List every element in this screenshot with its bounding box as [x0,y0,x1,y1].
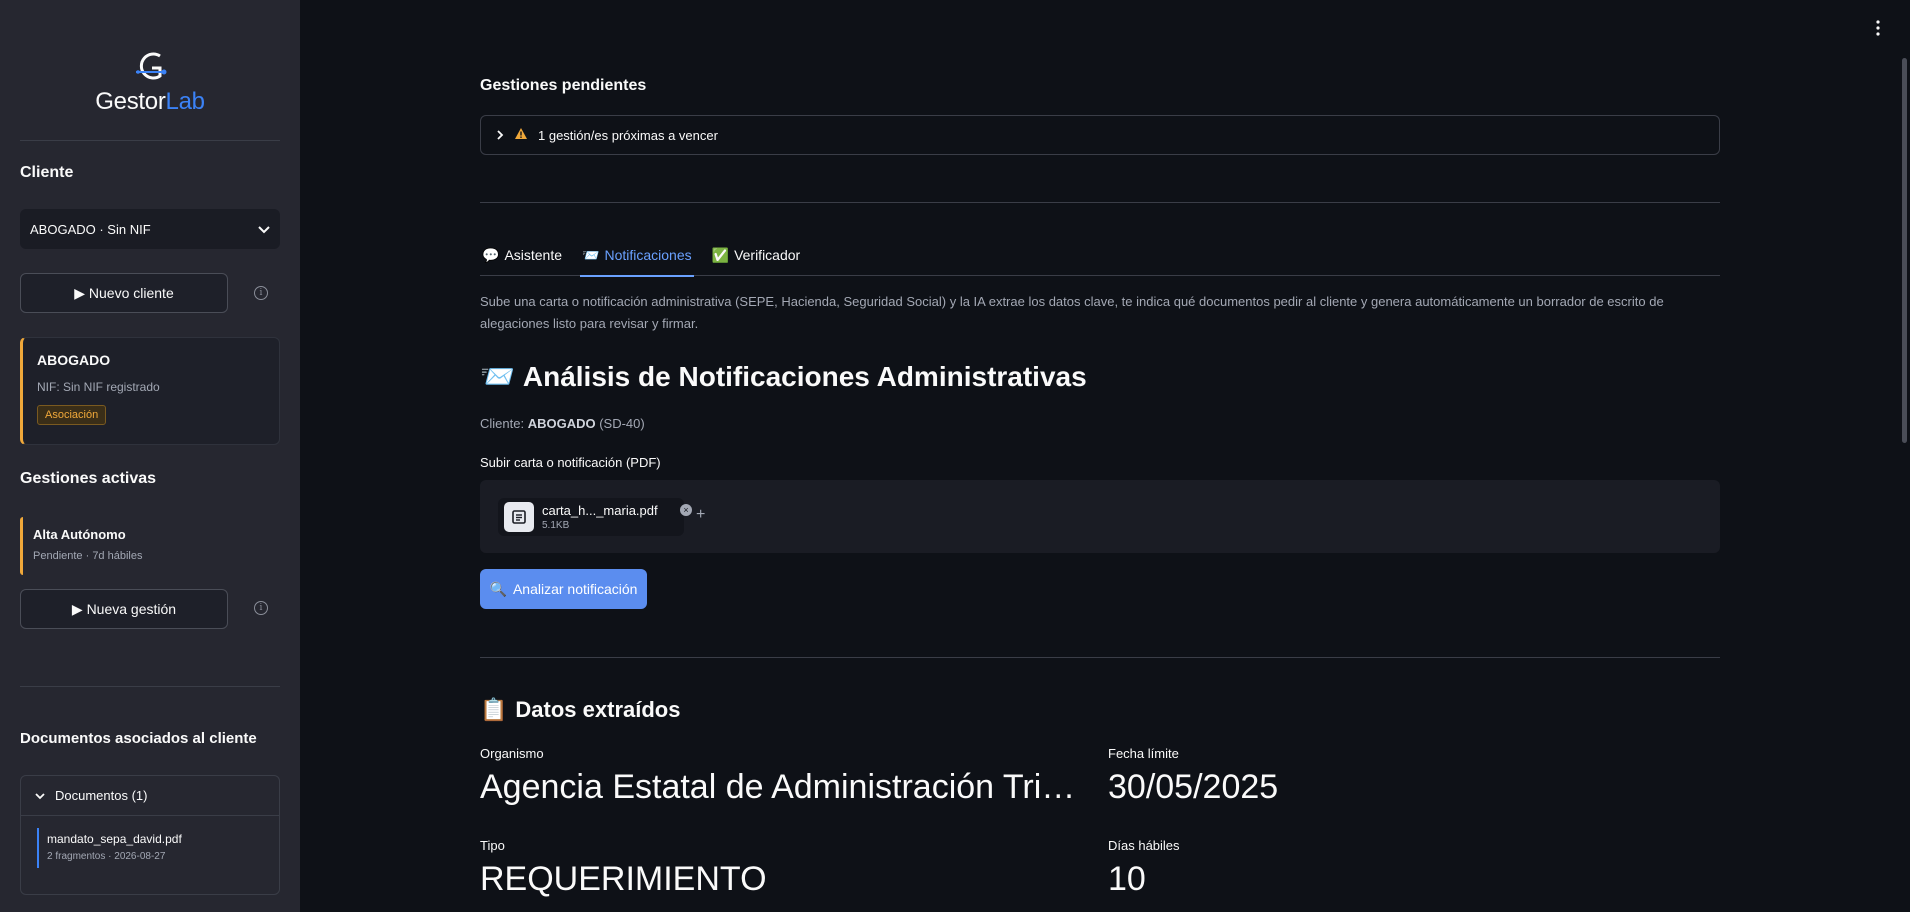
gestiones-heading: Gestiones activas [20,470,157,487]
client-select[interactable]: ABOGADO · Sin NIF [20,209,280,249]
metric-label-tipo: Tipo [480,838,505,853]
info-icon[interactable]: i [254,601,268,615]
page-title: 📨 Análisis de Notificaciones Administrat… [480,360,1087,393]
client-select-value: ABOGADO · Sin NIF [30,221,151,237]
docs-expander-header[interactable]: Documentos (1) [21,776,279,816]
tab-asistente[interactable]: 💬 Asistente [480,243,564,276]
tab-label: Notificaciones [604,247,692,263]
client-card: ABOGADO NIF: Sin NIF registrado Asociaci… [20,337,280,445]
doc-name: mandato_sepa_david.pdf [47,832,182,846]
clipboard-icon: 📋 [480,697,508,722]
new-gestion-button[interactable]: ▶ Nueva gestión [20,589,228,629]
speech-bubble-icon: 💬 [482,247,500,263]
chevron-down-icon [35,788,45,803]
pending-heading: Gestiones pendientes [480,77,647,94]
description-text: Sube una carta o notificación administra… [480,294,1664,331]
sidebar-divider [20,140,280,141]
uploaded-file-chip: carta_h..._maria.pdf 5.1KB × [498,498,692,536]
gestion-title: Alta Autónomo [33,527,126,542]
docs-heading: Documentos asociados al cliente [20,730,257,747]
tab-bar: 💬 Asistente 📨 Notificaciones ✅ Verificad… [480,243,1720,277]
metric-value-tipo: REQUERIMIENTO [480,860,767,898]
analyze-button-label: Analizar notificación [512,581,638,597]
analyze-button[interactable]: 🔍 Analizar notificación [480,569,647,609]
client-type-badge: Asociación [37,405,107,425]
doc-meta: 2 fragmentos · 2026-08-27 [47,851,166,862]
client-card-name: ABOGADO [37,352,111,368]
main-content: Gestiones pendientes 1 gestión/es próxim… [480,0,1720,912]
docs-expander-label: Documentos (1) [55,788,148,803]
metric-label-fecha: Fecha límite [1108,746,1179,761]
metric-label-dias: Días hábiles [1108,838,1180,853]
logo-icon [130,50,170,86]
client-line: Cliente: ABOGADO (SD-40) [480,416,645,431]
upload-label: Subir carta o notificación (PDF) [480,455,661,470]
tab-notificaciones[interactable]: 📨 Notificaciones [580,243,694,277]
tab-label: Asistente [504,247,563,263]
logo-text-lab: Lab [165,88,205,115]
extracted-heading: 📋 Datos extraídos [480,697,680,723]
extracted-heading-text: Datos extraídos [515,697,681,722]
divider [480,202,1720,203]
check-box-icon: ✅ [711,247,730,263]
pending-expander[interactable]: 1 gestión/es próximas a vencer [480,115,1720,155]
client-card-nif: NIF: Sin NIF registrado [37,380,160,394]
metric-value-organismo: Agencia Estatal de Administración Tribut… [480,768,1090,806]
client-line-prefix: Cliente: [480,416,525,431]
magnifier-icon: 🔍 [489,580,507,597]
metric-value-fecha: 30/05/2025 [1108,768,1279,806]
file-dropzone[interactable]: carta_h..._maria.pdf 5.1KB × + [480,480,1720,553]
more-vertical-icon[interactable] [1870,20,1886,40]
add-file-icon[interactable]: + [696,506,705,524]
chevron-down-icon [258,222,270,237]
docs-expander: Documentos (1) mandato_sepa_david.pdf 2 … [20,775,280,895]
metric-label-organismo: Organismo [480,746,544,761]
envelope-icon: 📨 [480,361,515,392]
gestion-status: Pendiente · 7d hábiles [33,550,143,562]
remove-file-icon[interactable]: × [680,504,692,516]
sidebar: GestorLab Cliente ABOGADO · Sin NIF ▶ Nu… [0,0,300,912]
sidebar-divider [20,686,280,687]
tab-label: Verificador [734,247,801,263]
client-line-name: ABOGADO [527,416,596,431]
client-line-code: (SD-40) [599,416,645,431]
page-title-text: Análisis de Notificaciones Administrativ… [522,360,1087,392]
envelope-icon: 📨 [582,247,600,263]
info-icon[interactable]: i [254,286,268,300]
app-logo: GestorLab [0,50,300,116]
chevron-right-icon [497,128,504,143]
cliente-heading: Cliente [20,164,74,181]
divider [480,657,1720,658]
pending-expander-label: 1 gestión/es próximas a vencer [538,127,718,143]
tab-verificador[interactable]: ✅ Verificador [710,243,803,276]
logo-text-gestor: Gestor [95,88,166,115]
metric-value-dias: 10 [1108,860,1146,898]
warning-icon [514,127,528,143]
new-client-button[interactable]: ▶ Nuevo cliente [20,273,228,313]
file-size: 5.1KB [542,520,570,531]
scrollbar[interactable] [1902,58,1907,443]
document-icon [504,502,534,532]
gestion-item[interactable]: Alta Autónomo Pendiente · 7d hábiles [20,517,280,575]
file-name: carta_h..._maria.pdf [542,503,658,518]
list-item[interactable]: mandato_sepa_david.pdf 2 fragmentos · 20… [37,828,279,868]
